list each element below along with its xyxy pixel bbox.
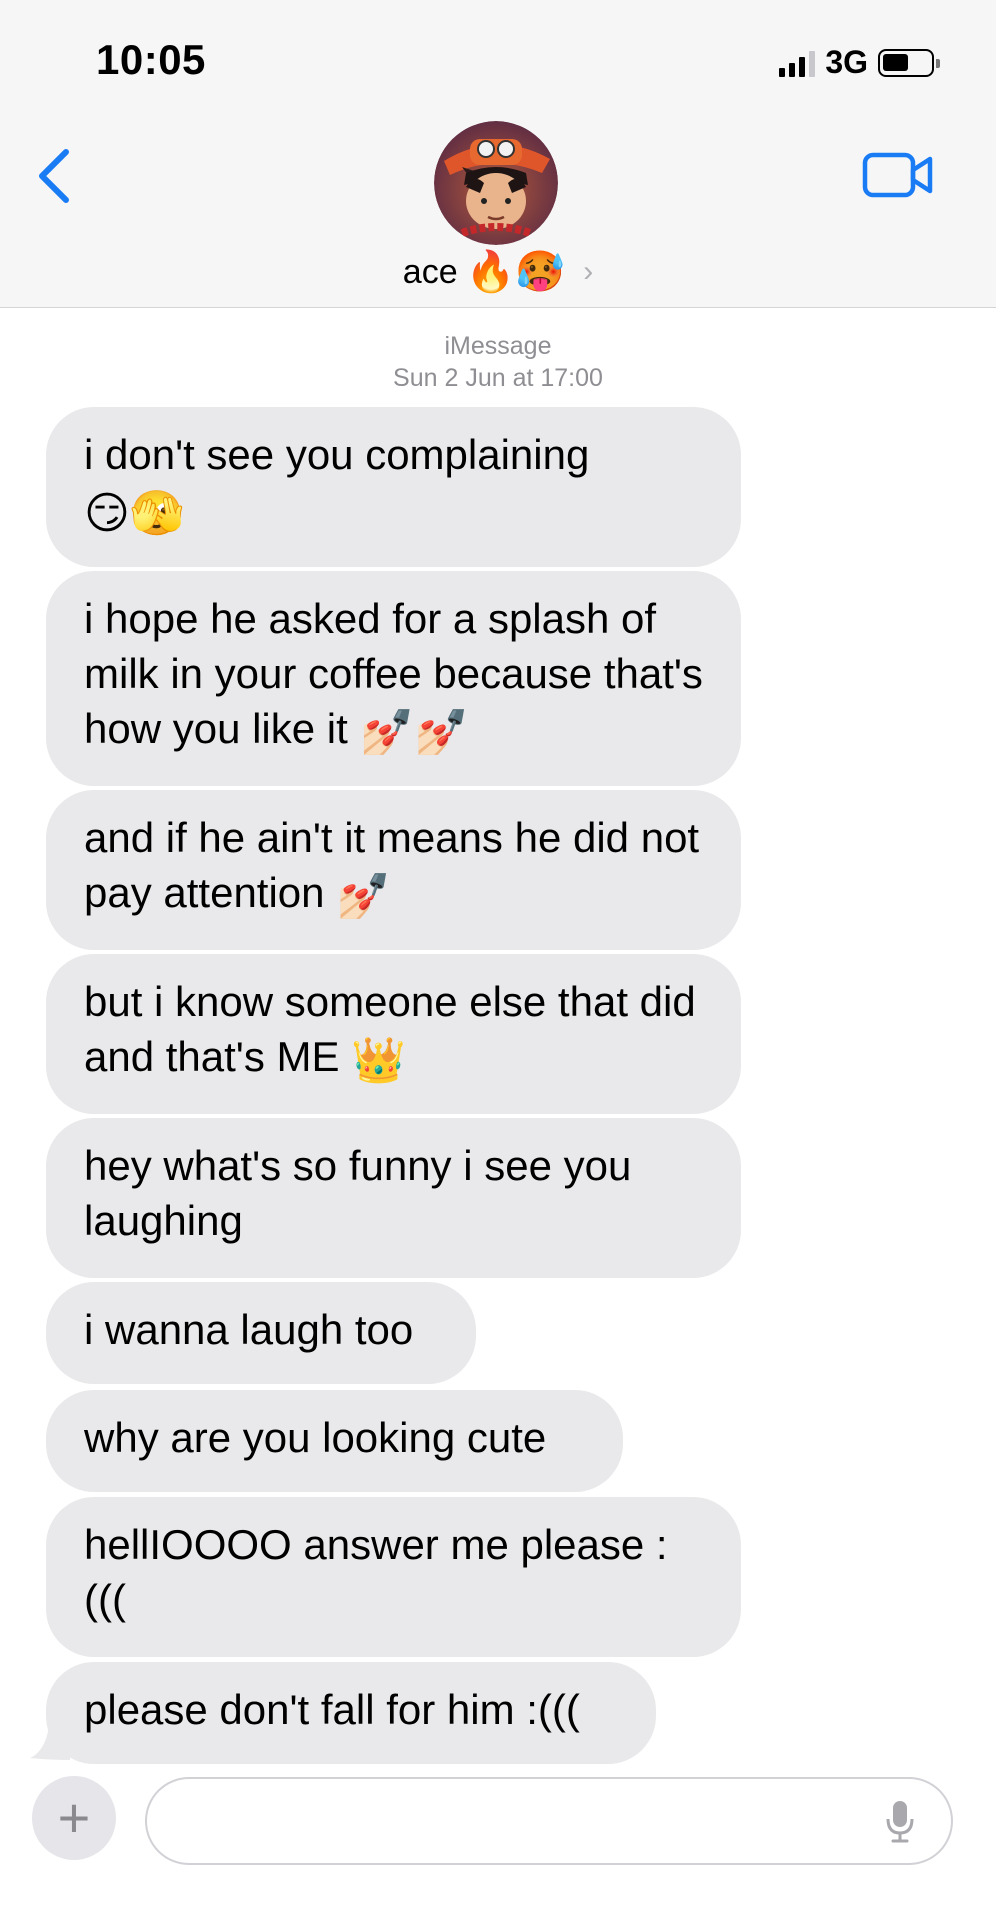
conversation-header: 10:05 3G ace 🔥🥵 › [0,0,996,308]
message-text: hey what's so funny i see you laughing [84,1142,632,1244]
message-text: why are you looking cute [84,1414,547,1461]
contact-avatar[interactable] [434,121,558,245]
message-bubble[interactable]: hey what's so funny i see you laughing [46,1118,741,1278]
video-camera-icon[interactable] [862,150,934,200]
thread-meta: iMessage Sun 2 Jun at 17:00 [0,330,996,394]
message-bubble[interactable]: i don't see you complaining 😏🫣 [46,407,741,567]
contact-name: ace [402,252,458,291]
message-text: i don't see you complaining [84,431,590,478]
message-text: i wanna laugh too [84,1306,414,1353]
signal-icon [779,49,816,77]
message-bubble[interactable]: but i know someone else that did and tha… [46,954,741,1114]
message-emoji: 😏🫣 [84,489,185,538]
chevron-right-icon: › [583,255,594,288]
battery-icon [878,48,940,77]
message-bubble[interactable]: hellIOOOO answer me please :((( [46,1497,741,1657]
contact-emoji: 🔥🥵 [465,250,566,294]
network-type: 3G [825,44,868,80]
message-text: and if he ain't it means he did not pay … [84,814,700,916]
thread-timestamp: Sun 2 Jun at 17:00 [393,364,603,392]
microphone-icon[interactable] [885,1799,915,1843]
message-emoji: 👑 [351,1036,406,1085]
message-bubble[interactable]: i hope he asked for a splash of milk in … [46,571,741,786]
message-bubble[interactable]: why are you looking cute [46,1390,623,1492]
message-emoji: 💅🏻 [336,872,391,921]
message-bubble[interactable]: i wanna laugh too [46,1282,476,1384]
message-text: please don't fall for him :((( [84,1686,580,1733]
status-time: 10:05 [96,36,206,83]
message-bubble[interactable]: and if he ain't it means he did not pay … [46,790,741,950]
message-emoji: 💅🏻💅🏻 [359,708,470,757]
message-bubble[interactable]: please don't fall for him :((( [46,1662,656,1764]
contact-name-row[interactable]: ace 🔥🥵 › [0,252,996,292]
service-label: iMessage [444,332,552,360]
add-attachment-button[interactable]: + [32,1776,116,1860]
message-input[interactable] [145,1777,953,1865]
message-text: hellIOOOO answer me please :((( [84,1521,668,1623]
status-indicators: 3G [779,44,940,81]
chevron-left-icon[interactable] [30,144,78,208]
